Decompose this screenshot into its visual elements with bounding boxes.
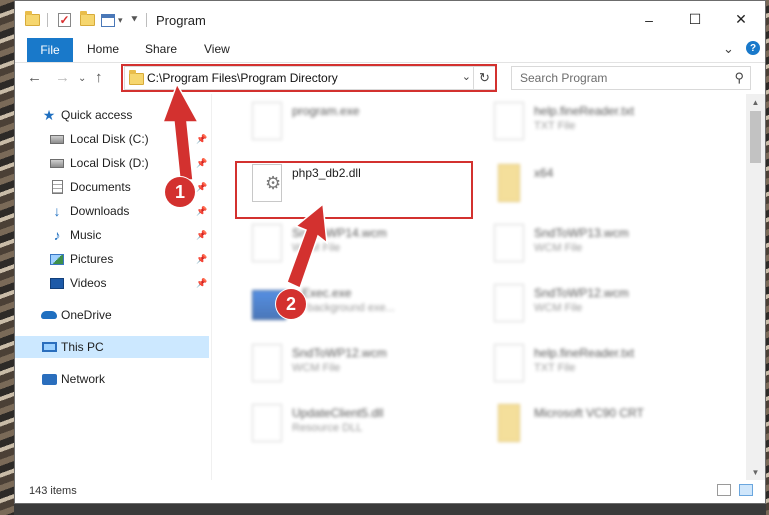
arrow-to-file [286, 202, 328, 290]
step-badge-2: 2 [276, 289, 306, 319]
step-badge-1: 1 [165, 177, 195, 207]
callout-arrows [161, 82, 328, 290]
arrow-to-address-bar [161, 82, 200, 181]
